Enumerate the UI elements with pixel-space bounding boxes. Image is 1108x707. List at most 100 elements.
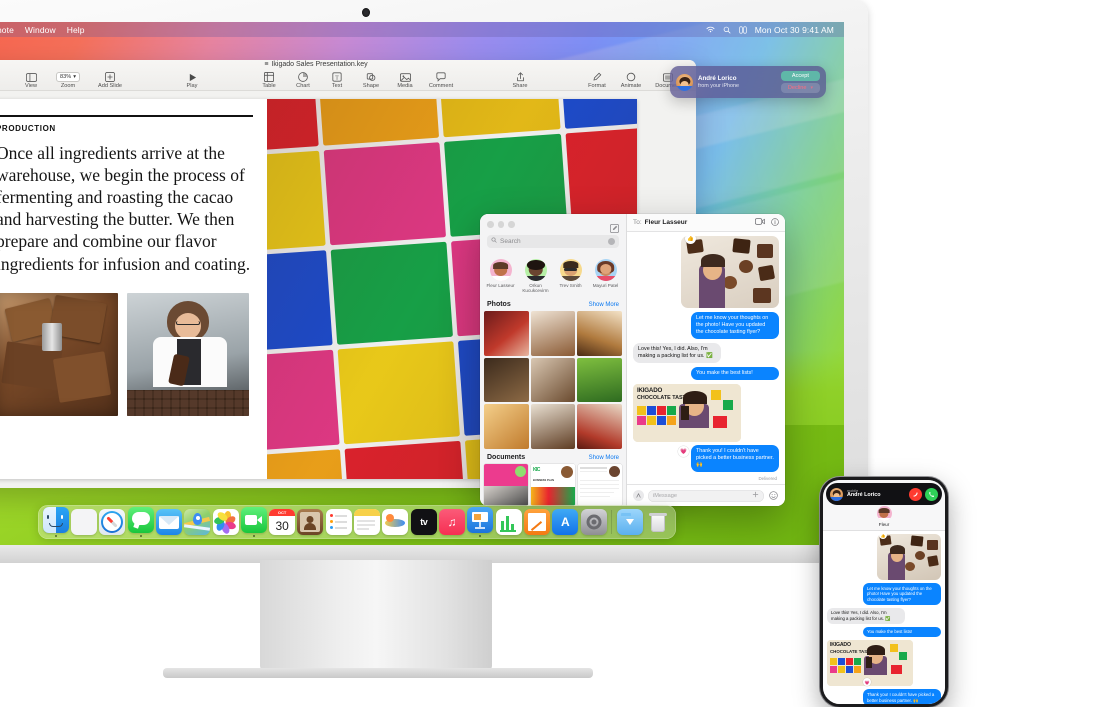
menu-bar-clock[interactable]: Mon Oct 30 9:41 AM xyxy=(755,25,834,35)
menu-item-help[interactable]: Help xyxy=(67,25,85,35)
documents-show-more-link[interactable]: Show More xyxy=(589,455,619,461)
message-list[interactable]: 👍 Let me know your thoughts on the photo… xyxy=(627,232,785,484)
incoming-call-notification[interactable]: André Lorico from your iPhone Accept Dec… xyxy=(670,66,826,98)
dock-item-launchpad[interactable] xyxy=(70,509,97,535)
message-composer[interactable]: iMessage xyxy=(627,484,785,506)
photo-tile[interactable] xyxy=(484,404,529,449)
phone-accept-icon[interactable] xyxy=(925,487,938,501)
message-bubble-outgoing[interactable]: Let me know your thoughts on the photo! … xyxy=(691,312,779,340)
wifi-icon[interactable] xyxy=(706,26,715,33)
photo-tile[interactable] xyxy=(530,404,576,449)
iphone-device[interactable]: mobile André Lorico Fleur 👍 Let me know … xyxy=(820,477,948,707)
dock-item-facetime[interactable] xyxy=(240,507,267,537)
keynote-toolbar[interactable]: ≡ Ikigado Sales Presentation.key View 83… xyxy=(0,60,696,91)
photo-tile[interactable] xyxy=(530,310,576,356)
macos-menu-bar[interactable]: Keynote Window Help Mon Oct 30 9:41 AM xyxy=(0,22,844,37)
messages-sidebar[interactable]: Search Fleur Lasseur Orkun Kucukcevirm T… xyxy=(480,214,627,506)
dock-item-keynote[interactable] xyxy=(467,507,494,537)
photo-tile[interactable] xyxy=(577,357,622,403)
dock-item-contacts[interactable] xyxy=(297,509,324,535)
conversation-header: To: Fleur Lasseur xyxy=(627,214,785,232)
dock-item-calendar[interactable]: OCT 30 xyxy=(269,509,296,535)
dock-item-mail[interactable] xyxy=(155,509,182,535)
message-bubble-incoming[interactable]: Love this! Yes, I did. Also, I'm making … xyxy=(633,343,721,364)
dock-item-music[interactable]: ♫ xyxy=(438,509,466,535)
iphone-incoming-call-banner[interactable]: mobile André Lorico xyxy=(826,483,942,505)
pinned-contact[interactable]: Orkun Kucukcevirm xyxy=(519,258,552,294)
zoom-value-box[interactable]: 83% ▾ xyxy=(55,72,80,82)
clear-icon[interactable] xyxy=(608,237,615,245)
phone-decline-icon[interactable] xyxy=(909,487,922,501)
message-bubble-outgoing[interactable]: You make the best lists! xyxy=(691,367,779,381)
compose-icon[interactable] xyxy=(610,220,619,234)
document-tile[interactable] xyxy=(578,464,622,506)
imessage-input[interactable]: iMessage xyxy=(648,489,764,502)
dock-item-trash[interactable] xyxy=(645,509,672,535)
dock-item-numbers[interactable] xyxy=(495,509,522,535)
window-traffic-lights[interactable] xyxy=(487,221,515,228)
iphone-screen[interactable]: mobile André Lorico Fleur 👍 Let me know … xyxy=(823,480,945,704)
document-tile[interactable] xyxy=(484,464,528,506)
message-bubble-outgoing[interactable]: Thank you! I couldn't have picked a bett… xyxy=(863,689,941,704)
minimize-window-button[interactable] xyxy=(497,221,504,228)
dock-item-safari[interactable] xyxy=(99,509,126,535)
app-store-icon[interactable] xyxy=(633,490,644,501)
search-input[interactable]: Search xyxy=(487,235,619,248)
facetime-video-icon[interactable] xyxy=(755,217,765,228)
photos-grid[interactable] xyxy=(480,310,626,449)
dock-item-freeform[interactable] xyxy=(382,509,409,535)
iphone-message-list[interactable]: 👍 Let me know your thoughts on the photo… xyxy=(823,531,945,704)
send-plus-icon[interactable] xyxy=(752,491,759,500)
pinned-contact[interactable]: Trev Smith xyxy=(554,258,587,294)
control-center-icon[interactable] xyxy=(739,25,747,34)
dock-item-notes[interactable] xyxy=(353,509,381,535)
photo-tile[interactable] xyxy=(484,310,529,356)
dock-item-messages[interactable] xyxy=(127,507,154,537)
message-bubble-outgoing[interactable]: You make the best lists! xyxy=(863,626,941,638)
chevron-down-icon[interactable]: ▾ xyxy=(810,85,813,91)
emoji-icon[interactable] xyxy=(768,490,779,501)
pinned-contact[interactable]: Fleur Lasseur xyxy=(484,258,517,294)
tapback-reaction[interactable]: 💗 xyxy=(863,678,871,686)
photos-show-more-link[interactable]: Show More xyxy=(589,302,619,308)
dock-item-apple-tv[interactable]: tv xyxy=(410,509,437,535)
photo-tile[interactable] xyxy=(577,310,622,356)
message-bubble-outgoing[interactable]: Let me know your thoughts on the photo! … xyxy=(863,583,941,605)
pinned-contact[interactable]: Mayuri Patel xyxy=(589,258,622,294)
search-icon[interactable] xyxy=(723,26,731,34)
photo-message-bubble[interactable]: 👍 xyxy=(681,236,779,308)
conversation-pane[interactable]: To: Fleur Lasseur 👍 Let me know your tho… xyxy=(627,214,785,506)
dock-item-reminders[interactable] xyxy=(325,509,352,535)
close-window-button[interactable] xyxy=(487,221,494,228)
info-icon[interactable] xyxy=(771,217,779,228)
menu-item-app[interactable]: Keynote xyxy=(0,25,14,35)
macos-dock[interactable]: OCT 30 tv ♫ A xyxy=(38,505,676,539)
dock-item-system-settings[interactable] xyxy=(580,509,607,535)
dock-item-app-store[interactable]: A xyxy=(552,509,579,535)
messages-window[interactable]: Search Fleur Lasseur Orkun Kucukcevirm T… xyxy=(480,214,785,506)
message-bubble-incoming[interactable]: Love this! Yes, I did. Also, I'm making … xyxy=(827,607,905,624)
accept-call-button[interactable]: Accept xyxy=(780,71,820,81)
flyer-message-bubble[interactable]: IKIGADO CHOCOLATE TASTING xyxy=(633,384,741,443)
document-tile[interactable]: KIC BUSINESS PLAN xyxy=(531,464,575,506)
photo-tile[interactable] xyxy=(484,357,529,403)
message-bubble-outgoing[interactable]: Thank you! I couldn't have picked a bett… xyxy=(691,445,779,473)
tapback-reaction[interactable]: 💗 xyxy=(678,446,689,457)
pinned-conversations[interactable]: Fleur Lasseur Orkun Kucukcevirm Trev Smi… xyxy=(480,255,626,296)
photo-tile[interactable] xyxy=(530,357,576,403)
menu-item-window[interactable]: Window xyxy=(25,25,56,35)
dock-item-maps[interactable] xyxy=(184,509,211,535)
decline-call-button[interactable]: Decline ▾ xyxy=(780,83,820,93)
dock-item-pages[interactable] xyxy=(523,509,550,535)
dock-item-finder[interactable] xyxy=(42,507,69,537)
format-brush-icon xyxy=(592,72,603,82)
photo-tile[interactable] xyxy=(577,404,622,449)
recipient-name[interactable]: Fleur Lasseur xyxy=(645,219,688,226)
pinned-contact-name: Mayuri Patel xyxy=(592,282,619,288)
documents-grid[interactable]: KIC BUSINESS PLAN xyxy=(480,464,626,506)
photo-message-bubble[interactable]: 👍 xyxy=(877,534,941,580)
dock-item-photos[interactable] xyxy=(212,509,239,535)
maximize-window-button[interactable] xyxy=(508,221,515,228)
dock-item-downloads[interactable] xyxy=(616,509,643,535)
messages-titlebar[interactable] xyxy=(480,214,626,235)
